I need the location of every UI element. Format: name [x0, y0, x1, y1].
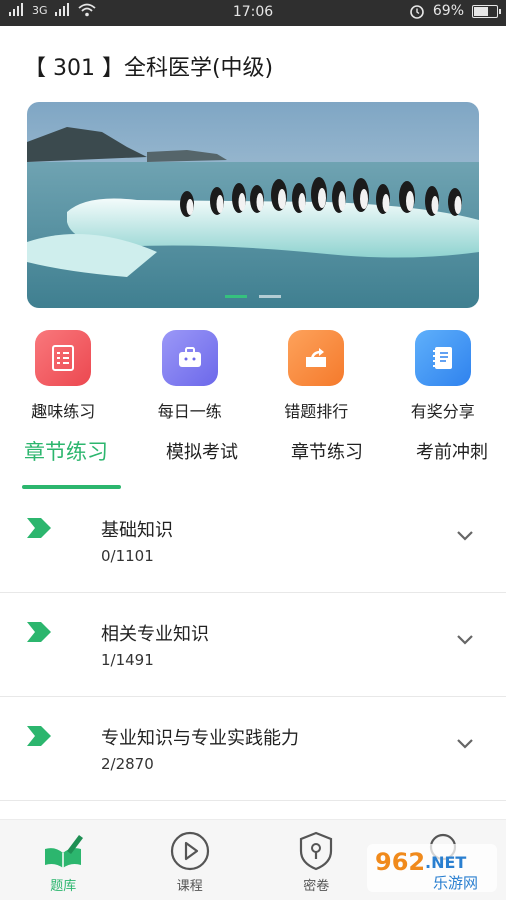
flag-icon: [27, 518, 51, 538]
quick-action-label: 错题排行: [284, 402, 349, 421]
tab-chapter-practice-2[interactable]: 章节练习: [291, 438, 363, 464]
carousel-indicator[interactable]: [27, 295, 479, 298]
chapter-list: 基础知识 0/1101 相关专业知识 1/1491 专业知识与专业实践能力 2/…: [0, 489, 506, 801]
chapter-name: 相关专业知识: [101, 624, 209, 645]
status-right: 69%: [409, 3, 501, 19]
nav-label: 题库: [50, 879, 77, 894]
nav-label: 课程: [176, 879, 203, 894]
list-item[interactable]: 基础知识 0/1101: [0, 489, 506, 593]
carousel-dot-1[interactable]: [225, 295, 247, 298]
tab-chapter-practice[interactable]: 章节练习: [24, 436, 108, 466]
watermark-logo: 962 .NET 乐游网: [367, 844, 497, 892]
chevron-down-icon[interactable]: [455, 633, 475, 647]
shield-lock-icon: [300, 831, 333, 871]
chapter-progress: 2/2870: [101, 755, 154, 773]
chevron-down-icon[interactable]: [455, 529, 475, 543]
checklist-icon: [35, 330, 92, 386]
chapter-progress: 1/1491: [101, 651, 154, 669]
quick-actions: 趣味练习 每日一练 错题排行 有奖分享: [0, 330, 506, 422]
quick-action-wrong-ranking[interactable]: 错题排行: [253, 330, 380, 422]
quick-action-daily-practice[interactable]: 每日一练: [127, 330, 254, 422]
chapter-name: 专业知识与专业实践能力: [101, 728, 299, 749]
quick-action-label: 每日一练: [157, 402, 222, 421]
battery-icon: [472, 4, 501, 18]
status-bar: 3G 17:06 69%: [0, 0, 506, 26]
book-pen-icon: [45, 835, 84, 868]
play-circle-icon: [170, 831, 209, 871]
quick-action-fun-practice[interactable]: 趣味练习: [0, 330, 127, 422]
page-title: 【 301 】全科医学(中级): [24, 56, 274, 81]
quick-action-label: 有奖分享: [410, 402, 475, 421]
carousel-dot-2[interactable]: [259, 295, 281, 298]
briefcase-icon: [161, 330, 218, 386]
notebook-icon: [414, 330, 471, 386]
chapter-name: 基础知识: [101, 520, 173, 541]
svg-text:.NET: .NET: [425, 853, 466, 872]
nav-secret-papers[interactable]: 密卷: [253, 820, 380, 900]
quick-action-reward-share[interactable]: 有奖分享: [380, 330, 506, 422]
battery-percent: 69%: [432, 3, 464, 19]
share-box-icon: [288, 330, 345, 386]
tab-bar: 章节练习 模拟考试 章节练习 考前冲刺: [0, 438, 506, 490]
chevron-down-icon[interactable]: [455, 737, 475, 751]
list-item[interactable]: 专业知识与专业实践能力 2/2870: [0, 697, 506, 801]
svg-text:962: 962: [375, 848, 425, 876]
chapter-progress: 0/1101: [101, 547, 154, 565]
flag-icon: [27, 726, 51, 746]
banner-image: [27, 102, 479, 308]
nav-question-bank[interactable]: 题库: [0, 820, 127, 900]
list-item[interactable]: 相关专业知识 1/1491: [0, 593, 506, 697]
alarm-icon: [410, 5, 424, 19]
quick-action-label: 趣味练习: [31, 402, 96, 421]
svg-text:乐游网: 乐游网: [433, 874, 478, 892]
nav-label: 密卷: [303, 879, 330, 894]
banner-carousel[interactable]: [27, 102, 479, 308]
nav-courses[interactable]: 课程: [127, 820, 254, 900]
tab-pre-exam-sprint[interactable]: 考前冲刺: [416, 438, 488, 464]
tab-mock-exam[interactable]: 模拟考试: [166, 438, 238, 464]
flag-icon: [27, 622, 51, 642]
